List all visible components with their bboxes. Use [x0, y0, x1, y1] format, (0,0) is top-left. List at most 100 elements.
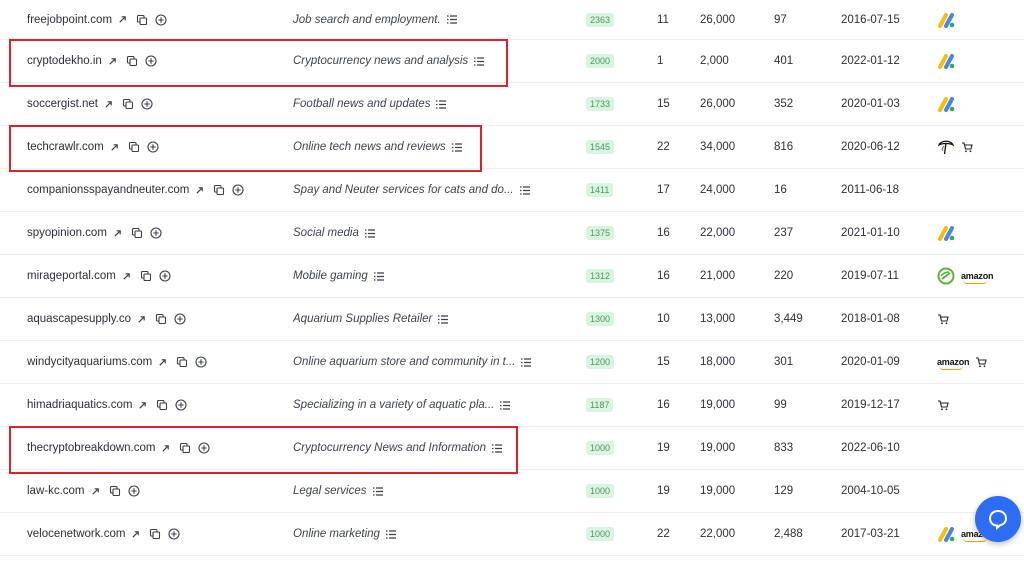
monetization-icons: [937, 427, 1017, 469]
copy-icon[interactable]: [136, 14, 148, 26]
table-row: companionsspayandneuter.com Spay and Neut…: [0, 169, 1024, 212]
domain-link[interactable]: windycityaquariums.com: [27, 356, 152, 368]
list-icon[interactable]: [446, 15, 457, 24]
links-cell: 352: [774, 98, 794, 110]
copy-icon[interactable]: [128, 141, 140, 153]
list-icon[interactable]: [385, 529, 396, 539]
add-icon[interactable]: [232, 184, 244, 196]
list-icon[interactable]: [364, 228, 375, 238]
list-icon[interactable]: [500, 400, 511, 410]
rating-cell: 1545: [586, 126, 626, 168]
add-icon[interactable]: [198, 442, 211, 454]
description-cell: Job search and employment.: [293, 0, 563, 39]
description-cell: Cryptocurrency news and analysis: [293, 40, 563, 82]
domain-link[interactable]: law-kc.com: [27, 485, 85, 497]
add-icon[interactable]: [174, 313, 186, 325]
green-circle-icon: [937, 267, 955, 285]
date-cell: 2011-06-18: [841, 184, 899, 196]
rating-badge: 1300: [586, 312, 615, 326]
rating-badge: 1000: [586, 484, 615, 498]
domain-link[interactable]: freejobpoint.com: [27, 14, 112, 26]
description-text: Cryptocurrency news and analysis: [293, 55, 469, 67]
list-icon[interactable]: [492, 443, 503, 453]
cart-icon: [975, 356, 988, 368]
rating-badge: 1200: [586, 355, 615, 369]
description-cell: Social media: [293, 212, 563, 254]
domain-cell: soccergist.net: [27, 83, 277, 125]
description-text: Online aquarium store and community in t…: [293, 356, 516, 368]
add-icon[interactable]: [145, 55, 157, 67]
add-icon[interactable]: [147, 141, 159, 153]
list-icon[interactable]: [451, 142, 462, 152]
external-link-icon[interactable]: [91, 487, 100, 496]
list-icon[interactable]: [474, 56, 485, 66]
domain-cell: law-kc.com: [27, 470, 277, 512]
cart-icon: [961, 141, 973, 153]
list-icon[interactable]: [372, 486, 383, 496]
domain-link[interactable]: aquascapesupply.co: [27, 313, 131, 325]
copy-icon[interactable]: [156, 399, 168, 411]
domain-link[interactable]: cryptodekho.in: [27, 55, 102, 67]
add-icon[interactable]: [127, 485, 140, 497]
list-icon[interactable]: [436, 99, 447, 109]
count-cell: 19: [657, 442, 670, 454]
list-icon[interactable]: [521, 357, 532, 367]
domain-link[interactable]: mirageportal.com: [27, 270, 116, 282]
domain-cell: techcrawlr.com: [27, 126, 277, 168]
domain-link[interactable]: companionsspayandneuter.com: [27, 184, 189, 196]
domain-link[interactable]: velocenetwork.com: [27, 528, 125, 540]
add-icon[interactable]: [155, 13, 167, 26]
copy-icon[interactable]: [126, 55, 138, 67]
domain-cell: windycityaquariums.com: [27, 341, 277, 383]
copy-icon[interactable]: [176, 356, 188, 368]
copy-icon[interactable]: [213, 184, 225, 196]
links-cell: 3,449: [774, 313, 803, 325]
domain-link[interactable]: himadriaquatics.com: [27, 399, 132, 411]
date-cell: 2018-01-08: [841, 313, 900, 325]
list-icon[interactable]: [519, 185, 530, 195]
copy-icon[interactable]: [122, 98, 134, 110]
external-link-icon[interactable]: [108, 57, 117, 66]
external-link-icon[interactable]: [104, 100, 113, 109]
add-icon[interactable]: [168, 528, 180, 540]
chat-button[interactable]: [975, 496, 1021, 542]
add-icon[interactable]: [141, 98, 153, 110]
list-icon[interactable]: [438, 314, 449, 324]
add-icon[interactable]: [175, 399, 188, 411]
domain-link[interactable]: soccergist.net: [27, 98, 98, 110]
table-row: soccergist.net Football news and updates 1…: [0, 83, 1024, 126]
add-icon[interactable]: [150, 227, 162, 239]
external-link-icon[interactable]: [158, 358, 167, 367]
copy-icon[interactable]: [155, 313, 167, 325]
adsense-icon: [937, 12, 955, 28]
count-cell: 15: [657, 356, 670, 368]
domain-link[interactable]: techcrawlr.com: [27, 141, 104, 153]
external-link-icon[interactable]: [161, 444, 170, 453]
copy-icon[interactable]: [109, 485, 121, 497]
add-icon[interactable]: [159, 270, 171, 282]
external-link-icon[interactable]: [118, 15, 127, 24]
external-link-icon[interactable]: [131, 530, 140, 539]
external-link-icon[interactable]: [113, 229, 122, 238]
external-link-icon[interactable]: [195, 186, 204, 195]
traffic-cell: 21,000: [700, 270, 736, 282]
traffic-cell: 22,000: [700, 227, 736, 239]
rating-cell: 2000: [586, 40, 626, 82]
copy-icon[interactable]: [140, 270, 152, 282]
date-cell: 2019-12-17: [841, 399, 900, 411]
monetization-icons: [937, 83, 1017, 125]
description-cell: Online tech news and reviews: [293, 126, 563, 168]
external-link-icon[interactable]: [110, 143, 119, 152]
copy-icon[interactable]: [131, 227, 143, 239]
external-link-icon[interactable]: [122, 272, 131, 281]
copy-icon[interactable]: [149, 528, 161, 540]
add-icon[interactable]: [195, 356, 207, 368]
domain-link[interactable]: spyopinion.com: [27, 227, 107, 239]
list-icon[interactable]: [373, 271, 384, 281]
external-link-icon[interactable]: [137, 315, 146, 324]
external-link-icon[interactable]: [138, 401, 147, 410]
domain-link[interactable]: thecryptobreakdown.com: [27, 442, 155, 454]
rating-badge: 1312: [586, 269, 615, 283]
copy-icon[interactable]: [179, 442, 191, 454]
monetization-icons: amazon: [937, 341, 1017, 383]
